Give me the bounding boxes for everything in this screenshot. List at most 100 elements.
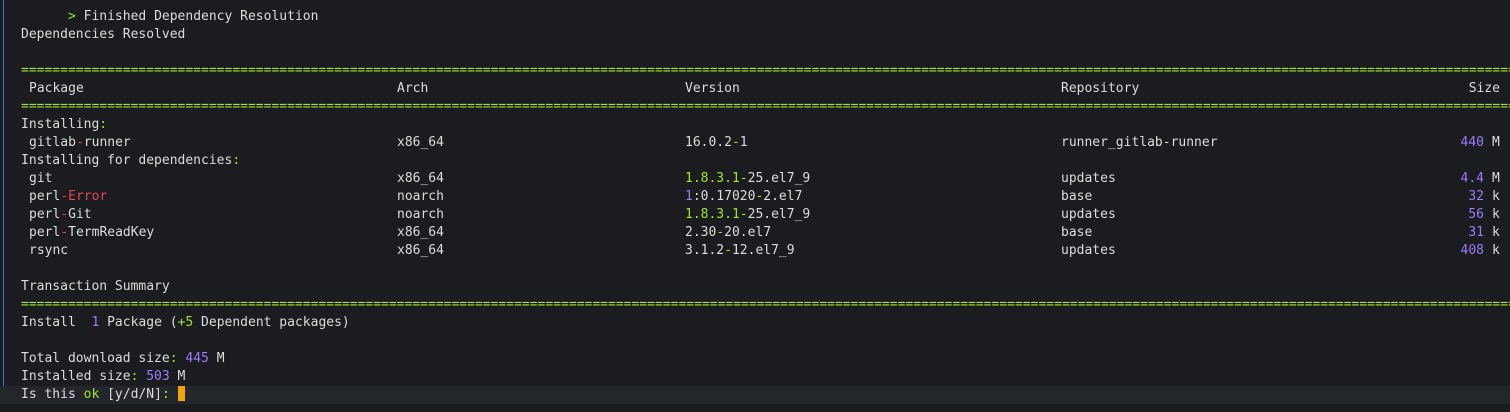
install-word: Install (21, 315, 76, 330)
prompt-ok: ok (83, 387, 100, 402)
installed-size-label: Installed size (21, 369, 131, 384)
package-part-a: perl (29, 225, 61, 240)
row-arch: noarch (397, 207, 444, 222)
total-download-label: Total download size (21, 351, 170, 366)
row-size-num: 32 (1468, 189, 1484, 204)
package-sep: - (60, 189, 69, 204)
row-package: perl-Git (29, 206, 92, 224)
row-version: 1:0.17020-2.el7 (685, 189, 803, 204)
transaction-summary-heading: Transaction Summary (21, 279, 170, 294)
terminal-window[interactable]: > Finished Dependency Resolution Depende… (0, 0, 1510, 412)
row-size-unit: M (1492, 171, 1500, 186)
header-size: Size (1468, 81, 1500, 96)
separator-top: ========================================… (21, 63, 1510, 78)
gutter-line (3, 0, 4, 397)
version-sep: - (716, 225, 725, 240)
total-download-value: 445 (185, 351, 209, 366)
installing-deps-label: Installing for dependencies (21, 153, 233, 168)
row-arch: x86_64 (397, 225, 444, 240)
row-package: git (29, 171, 53, 186)
dependencies-resolved-line: Dependencies Resolved (21, 27, 186, 42)
version-part-a: 16.0.2 (685, 135, 732, 150)
installed-size-colon: : (130, 369, 139, 384)
row-repository: updates (1061, 207, 1116, 222)
installed-size-line: Installed size: 503 M (21, 368, 185, 386)
package-sep: - (60, 207, 69, 222)
version-part-b: 20.el7 (724, 225, 772, 240)
version-part-a: 2.30 (685, 225, 717, 240)
version-part-a: 1.8.3.1 (685, 171, 740, 186)
row-size-unit: k (1492, 225, 1500, 240)
row-package: rsync (29, 243, 69, 258)
row-version: 1.8.3.1-25.el7_9 (685, 206, 810, 224)
total-download-line: Total download size: 445 M (21, 350, 225, 368)
finished-resolution-text: > Finished Dependency Resolution (67, 9, 319, 24)
package-part-b: runner (83, 135, 131, 150)
install-plus: +5 (177, 315, 194, 330)
row-size-num: 31 (1468, 225, 1484, 240)
version-part-a: 0.17020 (700, 189, 756, 204)
separator-summary: ========================================… (21, 297, 1510, 312)
package-sep: - (60, 225, 69, 240)
version-part-b: 25.el7_9 (747, 171, 811, 186)
version-sep: - (739, 207, 748, 222)
row-size-unit: k (1492, 243, 1500, 258)
header-version: Version (685, 81, 740, 96)
installed-size-unit: M (177, 369, 186, 384)
version-part-a: 3.1.2 (685, 243, 725, 258)
row-version: 16.0.2-1 (685, 134, 748, 152)
row-size-num: 408 (1460, 243, 1484, 258)
row-version: 3.1.2-12.el7_9 (685, 242, 795, 260)
prompt-colon: : (161, 387, 178, 402)
row-arch: x86_64 (397, 135, 444, 150)
version-part-b: 12.el7_9 (731, 243, 795, 258)
row-version: 1.8.3.1-25.el7_9 (685, 170, 810, 188)
package-part-a: perl (29, 189, 61, 204)
install-summary-line: Install 1 Package (+5 Dependent packages… (21, 314, 350, 332)
package-part-b: Error (68, 189, 108, 204)
row-size-num: 56 (1468, 207, 1484, 222)
package-part-b: Git (68, 207, 92, 222)
installing-deps-colon: : (232, 153, 241, 168)
row-size-num: 440 (1420, 134, 1484, 152)
row-repository: runner_gitlab-runner (1061, 135, 1218, 150)
row-repository: updates (1061, 243, 1116, 258)
row-size-unit: M (1492, 135, 1500, 150)
row-package: perl-Error (29, 188, 107, 206)
version-sep: - (739, 171, 748, 186)
installing-label: Installing (21, 117, 100, 132)
row-package: perl-TermReadKey (29, 224, 154, 242)
version-sep: - (724, 243, 732, 258)
row-repository: base (1061, 189, 1093, 204)
separator-header: ========================================… (21, 99, 1510, 114)
header-package: Package (29, 81, 84, 96)
row-repository: base (1061, 225, 1093, 240)
header-repository: Repository (1061, 81, 1140, 96)
version-sep: - (731, 135, 740, 150)
prompt-row-highlight (0, 386, 1510, 404)
install-dependent-text: Dependent packages) (193, 315, 350, 330)
prompt-gutter (0, 0, 9, 412)
installing-deps-heading: Installing for dependencies: (21, 152, 240, 170)
version-part-a: 1.8.3.1 (685, 207, 740, 222)
row-arch: x86_64 (397, 171, 444, 186)
prompt-options: [y/d/N] (99, 387, 162, 402)
text-cursor[interactable] (177, 386, 185, 401)
confirmation-prompt[interactable]: Is this ok [y/d/N]: (21, 386, 185, 404)
row-arch: x86_64 (397, 243, 444, 258)
installing-heading: Installing: (21, 116, 107, 134)
package-part-a: gitlab (29, 135, 76, 150)
prompt-prefix: Is this (21, 387, 84, 402)
header-arch: Arch (397, 81, 429, 96)
row-repository: updates (1061, 171, 1116, 186)
row-version: 2.30-20.el7 (685, 224, 771, 242)
version-part-b: 25.el7_9 (747, 207, 811, 222)
total-download-unit: M (216, 351, 225, 366)
install-count: 1 (91, 315, 100, 330)
package-part-b: TermReadKey (68, 225, 155, 240)
row-size-unit: k (1492, 207, 1500, 222)
package-sep: - (75, 135, 84, 150)
version-part-b: 2.el7 (763, 189, 803, 204)
version-epoch: 1 (685, 189, 693, 204)
package-part-a: perl (29, 207, 61, 222)
